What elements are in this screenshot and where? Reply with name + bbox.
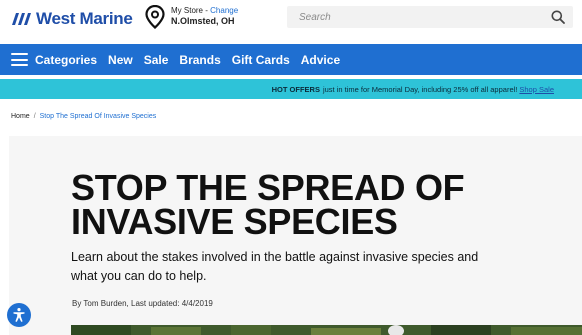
store-info: My Store - Change N.Olmsted, OH [171, 5, 238, 27]
promo-text: just in time for Memorial Day, including… [322, 84, 518, 94]
west-marine-logo[interactable]: West Marine [10, 9, 133, 29]
search-box [287, 6, 573, 28]
breadcrumb-separator: / [33, 113, 36, 120]
search-input[interactable] [287, 6, 537, 28]
accessibility-icon [13, 308, 25, 322]
page-title: STOP THE SPREAD OF INVASIVE SPECIES [71, 167, 465, 242]
nav-item-categories[interactable]: Categories [35, 53, 97, 67]
site-header: West Marine My Store - Change N.Olmsted,… [0, 0, 582, 40]
search-icon[interactable] [551, 10, 565, 24]
nav-item-gift-cards[interactable]: Gift Cards [232, 53, 290, 67]
store-city: N.Olmsted, OH [171, 16, 235, 26]
breadcrumb: Home / Stop The Spread Of Invasive Species [11, 113, 156, 120]
west-marine-logo-icon [12, 13, 31, 25]
store-change-link[interactable]: Change [210, 6, 238, 15]
breadcrumb-home-link[interactable]: Home [11, 113, 30, 120]
promo-banner: HOT OFFERS just in time for Memorial Day… [0, 79, 582, 99]
article-hero: STOP THE SPREAD OF INVASIVE SPECIES Lear… [9, 136, 582, 335]
nav-item-sale[interactable]: Sale [144, 53, 169, 67]
main-nav: Categories New Sale Brands Gift Cards Ad… [0, 44, 582, 75]
store-label: My Store - [171, 6, 208, 15]
article-byline: By Tom Burden, Last updated: 4/4/2019 [72, 299, 213, 308]
logo-text: West Marine [36, 9, 133, 28]
hero-image [71, 325, 582, 335]
accessibility-button[interactable] [7, 303, 31, 327]
location-pin-icon [145, 5, 165, 29]
my-store-selector[interactable]: My Store - Change N.Olmsted, OH [145, 3, 238, 29]
nav-item-advice[interactable]: Advice [301, 53, 340, 67]
hamburger-menu-icon[interactable] [11, 53, 28, 66]
promo-hot-label: HOT OFFERS [271, 84, 320, 94]
nav-item-brands[interactable]: Brands [179, 53, 220, 67]
nav-item-new[interactable]: New [108, 53, 133, 67]
breadcrumb-current[interactable]: Stop The Spread Of Invasive Species [40, 113, 157, 120]
article-subtitle: Learn about the stakes involved in the b… [71, 250, 479, 283]
promo-shop-sale-link[interactable]: Shop Sale [519, 85, 554, 94]
